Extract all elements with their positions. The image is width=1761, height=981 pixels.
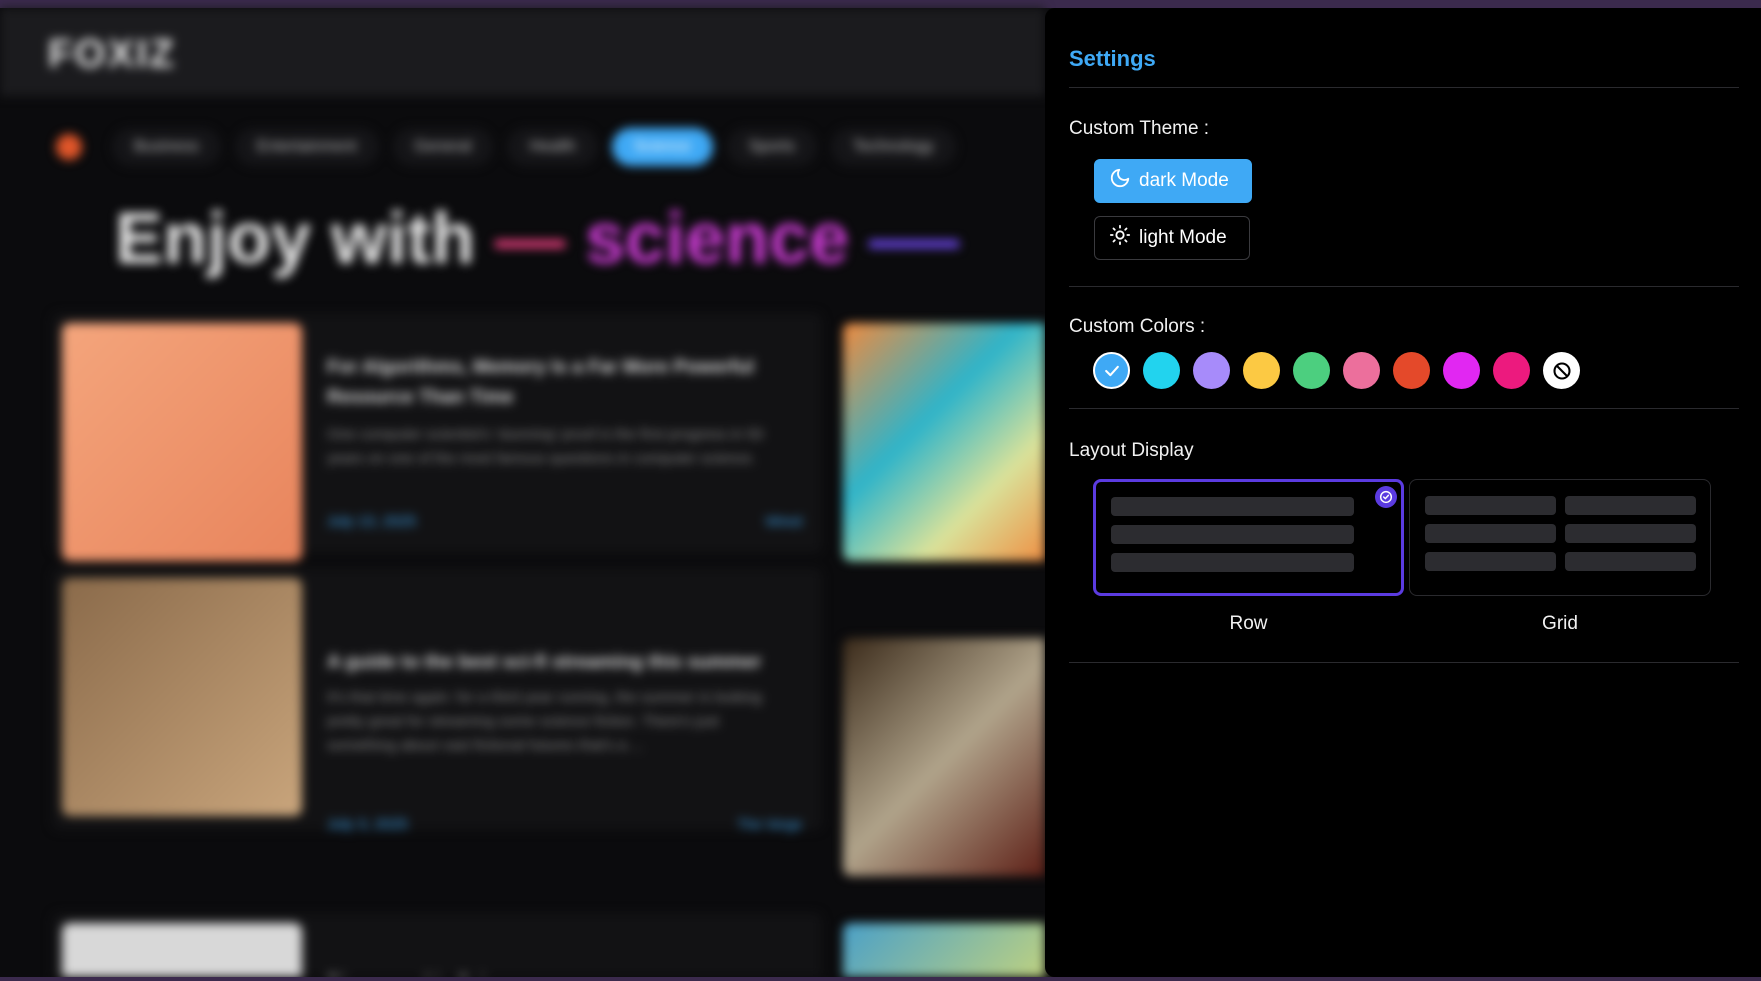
article-title[interactable]: A guide to the best sci-fi streaming thi… bbox=[327, 648, 787, 678]
color-swatch-magenta[interactable] bbox=[1443, 352, 1480, 389]
article-title[interactable]: Discovered in Science bbox=[327, 968, 787, 977]
layout-display-label: Layout Display bbox=[1069, 440, 1194, 461]
article-thumbnail bbox=[843, 638, 1045, 876]
light-mode-button[interactable]: light Mode bbox=[1094, 216, 1250, 260]
layout-grid-label: Grid bbox=[1542, 613, 1578, 634]
layout-row-option[interactable] bbox=[1093, 479, 1404, 596]
divider bbox=[1069, 408, 1739, 409]
window-top-strip bbox=[0, 0, 1761, 8]
layout-grid-option[interactable] bbox=[1409, 479, 1711, 596]
article-description: It's that time again: for a third year r… bbox=[327, 689, 762, 754]
skeleton-bar bbox=[1565, 552, 1696, 571]
divider bbox=[1069, 87, 1739, 88]
site-header: FOXIZ bbox=[0, 8, 1045, 96]
article-source-tag[interactable]: The Verge bbox=[737, 816, 802, 832]
skeleton-bar bbox=[1111, 525, 1354, 544]
article-thumbnail bbox=[62, 578, 302, 816]
article-source-tag[interactable]: Wired bbox=[765, 513, 802, 529]
article-date: July 3, 2025 bbox=[327, 816, 408, 833]
background-page: FOXIZ Business Entertainment General Hea… bbox=[0, 8, 1045, 977]
color-swatch-cyan[interactable] bbox=[1143, 352, 1180, 389]
site-logo: FOXIZ bbox=[48, 32, 176, 76]
settings-title: Settings bbox=[1069, 46, 1156, 71]
hero-heading: Enjoy with science bbox=[115, 198, 960, 280]
article-date: July 13, 2025 bbox=[327, 513, 417, 530]
nav-item-science[interactable]: Science bbox=[611, 128, 713, 166]
skeleton-bar bbox=[1425, 524, 1556, 543]
article-thumbnail bbox=[62, 323, 302, 561]
custom-colors-label: Custom Colors : bbox=[1069, 316, 1206, 337]
color-swatch-rose[interactable] bbox=[1493, 352, 1530, 389]
article-description: One computer scientist's 'stunning' proo… bbox=[327, 426, 764, 467]
window-bottom-strip bbox=[0, 977, 1761, 981]
nav-item-general[interactable]: General bbox=[392, 128, 494, 166]
article-thumbnail bbox=[843, 323, 1045, 561]
skeleton-bar bbox=[1111, 497, 1354, 516]
color-swatch-yellow[interactable] bbox=[1243, 352, 1280, 389]
dark-mode-button[interactable]: dark Mode bbox=[1094, 159, 1252, 203]
sun-icon bbox=[1109, 224, 1131, 252]
dark-mode-label: dark Mode bbox=[1139, 170, 1229, 191]
skeleton-bar bbox=[1111, 553, 1354, 572]
skeleton-bar bbox=[1565, 496, 1696, 515]
color-swatch-list bbox=[1093, 352, 1580, 389]
color-swatch-green[interactable] bbox=[1293, 352, 1330, 389]
light-mode-label: light Mode bbox=[1139, 227, 1227, 248]
article-title[interactable]: For Algorithms, Memory Is a Far More Pow… bbox=[327, 353, 787, 413]
skeleton-bar bbox=[1425, 496, 1556, 515]
nav-item-entertainment[interactable]: Entertainment bbox=[234, 128, 379, 166]
nav-item-business[interactable]: Business bbox=[112, 128, 221, 166]
article-card[interactable]: A guide to the best sci-fi streaming thi… bbox=[52, 568, 822, 833]
settings-panel: Settings Custom Theme : dark Mode light … bbox=[1045, 8, 1761, 977]
color-swatch-pink[interactable] bbox=[1343, 352, 1380, 389]
layout-row-label: Row bbox=[1229, 613, 1268, 634]
nav-home-icon bbox=[56, 134, 82, 160]
divider bbox=[1069, 662, 1739, 663]
selected-check-icon bbox=[1375, 486, 1397, 508]
nav-item-health[interactable]: Health bbox=[507, 128, 598, 166]
article-card[interactable]: For Algorithms, Memory Is a Far More Pow… bbox=[52, 313, 822, 561]
moon-icon bbox=[1109, 167, 1131, 195]
article-thumbnail bbox=[62, 923, 302, 977]
article-card[interactable]: Discovered in Science bbox=[52, 913, 822, 977]
custom-theme-label: Custom Theme : bbox=[1069, 118, 1210, 139]
ban-icon bbox=[1552, 361, 1571, 380]
nav-item-sports[interactable]: Sports bbox=[726, 128, 817, 166]
color-swatch-none[interactable] bbox=[1543, 352, 1580, 389]
color-swatch-blue[interactable] bbox=[1093, 352, 1130, 389]
divider bbox=[1069, 286, 1739, 287]
checkmark-icon bbox=[1104, 365, 1119, 376]
category-nav: Business Entertainment General Health Sc… bbox=[56, 128, 956, 166]
skeleton-bar bbox=[1565, 524, 1696, 543]
color-swatch-purple[interactable] bbox=[1193, 352, 1230, 389]
article-thumbnail bbox=[843, 923, 1045, 977]
color-swatch-orange-red[interactable] bbox=[1393, 352, 1430, 389]
skeleton-bar bbox=[1425, 552, 1556, 571]
nav-item-technology[interactable]: Technology bbox=[830, 128, 956, 166]
